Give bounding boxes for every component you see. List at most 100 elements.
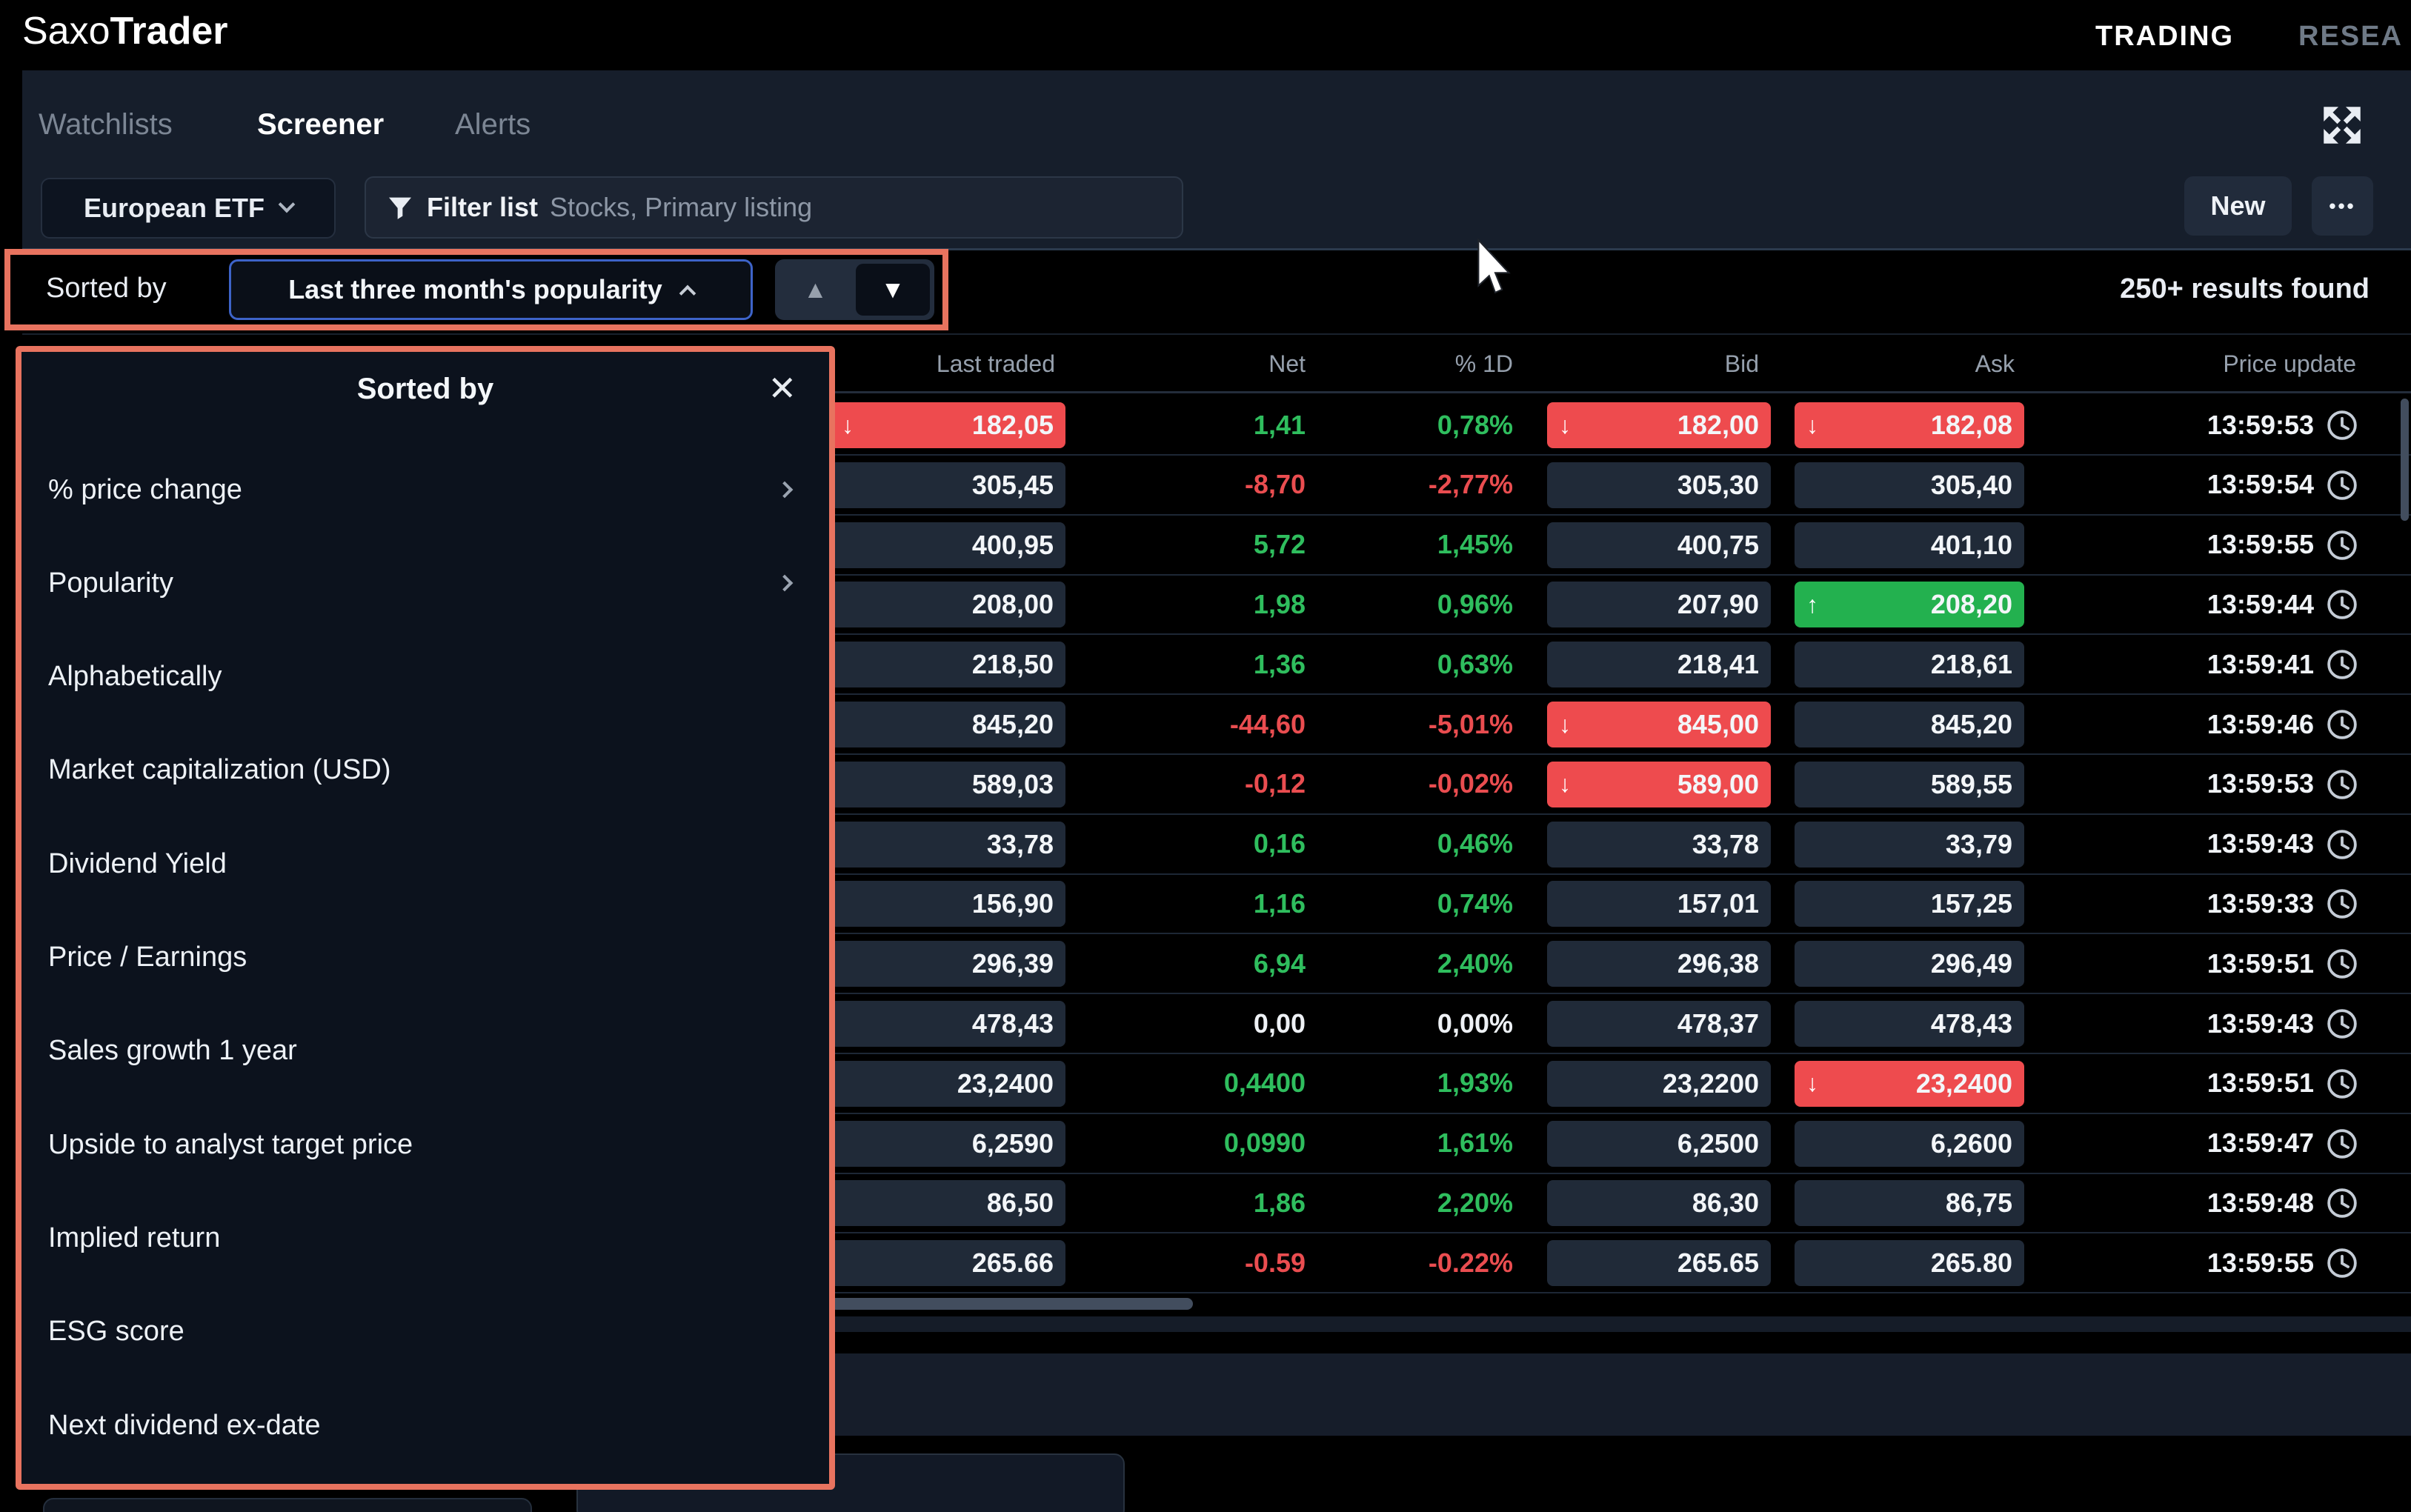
new-button[interactable]: New [2184, 176, 2292, 236]
net-change-cell: 1,41 [1254, 410, 1306, 441]
net-change-cell: 0,4400 [1224, 1068, 1306, 1099]
horizontal-scrollbar[interactable] [830, 1298, 1193, 1310]
net-change-cell: 1,98 [1254, 589, 1306, 620]
ask-cell[interactable]: 589,55 [1795, 762, 2024, 807]
ask-cell[interactable]: 845,20 [1795, 702, 2024, 747]
column-header-ask: Ask [1975, 350, 2015, 378]
ask-cell[interactable]: 33,79 [1795, 822, 2024, 867]
bid-cell[interactable]: 296,38 [1547, 941, 1771, 987]
bid-direction-icon: ↓ [1559, 711, 1571, 739]
clock-icon [2325, 408, 2359, 442]
ask-cell[interactable]: 86,75 [1795, 1180, 2024, 1226]
tab-watchlists[interactable]: Watchlists [39, 108, 173, 141]
bid-cell[interactable]: 207,90 [1547, 582, 1771, 627]
last-traded-cell: 33,78 [830, 822, 1065, 867]
last-traded-cell: 845,20 [830, 702, 1065, 747]
more-options-button[interactable]: ••• [2312, 176, 2373, 236]
clock-icon [2325, 528, 2359, 562]
popup-menu-item[interactable]: Popularity [48, 549, 808, 617]
sorted-by-popup: Sorted by ✕ % price change Popularity Al… [16, 346, 835, 1490]
bid-cell[interactable]: 218,41 [1547, 642, 1771, 687]
ask-direction-icon: ↓ [1806, 1070, 1818, 1097]
ask-cell[interactable]: 218,61 [1795, 642, 2024, 687]
table-top-divider [22, 333, 2411, 335]
filter-list-button[interactable]: Filter list Stocks, Primary listing [365, 176, 1183, 239]
price-update-time: 13:59:48 [2207, 1188, 2314, 1219]
bid-cell[interactable]: 265.65 [1547, 1240, 1771, 1286]
percent-1d-cell: -0.22% [1429, 1248, 1513, 1279]
ask-cell[interactable]: 296,49 [1795, 941, 2024, 987]
mouse-cursor [1476, 239, 1514, 295]
net-change-cell: 0,00 [1254, 1008, 1306, 1039]
clock-icon [2325, 468, 2359, 502]
popup-menu-item[interactable]: Implied return [48, 1204, 808, 1272]
bottom-partial-button[interactable] [43, 1498, 532, 1512]
net-change-cell: 6,94 [1254, 948, 1306, 979]
net-change-cell: -0,12 [1245, 768, 1306, 799]
net-change-cell: 1,16 [1254, 888, 1306, 919]
last-traded-cell: 86,50 [830, 1180, 1065, 1226]
expand-icon[interactable] [2318, 101, 2367, 150]
bid-cell[interactable]: 86,30 [1547, 1180, 1771, 1226]
clock-icon [2325, 1007, 2359, 1041]
price-update-time: 13:59:43 [2207, 1008, 2314, 1039]
popup-menu-item[interactable]: Price / Earnings [48, 924, 808, 992]
ask-cell[interactable]: 265.80 [1795, 1240, 2024, 1286]
net-change-cell: 1,86 [1254, 1188, 1306, 1219]
percent-1d-cell: 2,20% [1437, 1188, 1513, 1219]
ask-cell[interactable]: 157,25 [1795, 881, 2024, 927]
last-traded-cell: 478,43 [830, 1001, 1065, 1047]
bid-cell[interactable]: 400,75 [1547, 522, 1771, 568]
chevron-right-icon [776, 575, 794, 592]
nav-trading[interactable]: TRADING [2095, 21, 2234, 53]
close-icon[interactable]: ✕ [768, 368, 797, 408]
bid-cell[interactable]: 23,2200 [1547, 1061, 1771, 1107]
last-traded-cell: ↓182,05 [830, 402, 1065, 448]
last-traded-cell: 589,03 [830, 762, 1065, 807]
ask-cell[interactable]: 6,2600 [1795, 1121, 2024, 1167]
tab-screener[interactable]: Screener [257, 108, 384, 141]
ask-cell[interactable]: 305,40 [1795, 462, 2024, 508]
clock-icon [2325, 1246, 2359, 1280]
last-traded-cell: 296,39 [830, 941, 1065, 987]
ask-direction-icon: ↑ [1806, 591, 1818, 619]
last-traded-cell: 305,45 [830, 462, 1065, 508]
popup-menu-item[interactable]: Market capitalization (USD) [48, 736, 808, 805]
nav-research[interactable]: RESEA [2298, 21, 2403, 53]
bid-cell[interactable]: 33,78 [1547, 822, 1771, 867]
ask-cell[interactable]: 478,43 [1795, 1001, 2024, 1047]
price-direction-icon: ↓ [842, 412, 854, 439]
net-change-cell: 5,72 [1254, 529, 1306, 560]
chevron-right-icon [776, 482, 794, 499]
tab-alerts[interactable]: Alerts [455, 108, 531, 141]
bid-cell[interactable]: ↓589,00 [1547, 762, 1771, 807]
bid-cell[interactable]: ↓182,00 [1547, 402, 1771, 448]
popup-menu-item[interactable]: Dividend Yield [48, 830, 808, 898]
list-selector-dropdown[interactable]: European ETF [41, 178, 336, 239]
popup-menu-item[interactable]: % price change [48, 456, 808, 524]
bid-cell[interactable]: 6,2500 [1547, 1121, 1771, 1167]
clock-icon [2325, 647, 2359, 682]
vertical-scrollbar[interactable] [2401, 399, 2409, 521]
ask-cell[interactable]: 401,10 [1795, 522, 2024, 568]
popup-menu-item[interactable]: Next dividend ex-date [48, 1391, 808, 1459]
bid-cell[interactable]: 478,37 [1547, 1001, 1771, 1047]
clock-icon [2325, 827, 2359, 862]
net-change-cell: -8,70 [1245, 469, 1306, 500]
bid-cell[interactable]: 157,01 [1547, 881, 1771, 927]
ask-cell[interactable]: ↑208,20 [1795, 582, 2024, 627]
net-change-cell: -0.59 [1245, 1248, 1306, 1279]
price-update-time: 13:59:54 [2207, 469, 2314, 500]
percent-1d-cell: -0,02% [1429, 768, 1513, 799]
popup-menu-item[interactable]: Alphabetically [48, 643, 808, 711]
last-traded-cell: 218,50 [830, 642, 1065, 687]
bid-cell[interactable]: 305,30 [1547, 462, 1771, 508]
filter-funnel-icon [385, 193, 415, 222]
popup-menu-item[interactable]: Upside to analyst target price [48, 1110, 808, 1179]
popup-menu-item[interactable]: Sales growth 1 year [48, 1017, 808, 1085]
ask-cell[interactable]: ↓23,2400 [1795, 1061, 2024, 1107]
ask-cell[interactable]: ↓182,08 [1795, 402, 2024, 448]
bid-cell[interactable]: ↓845,00 [1547, 702, 1771, 747]
percent-1d-cell: 1,45% [1437, 529, 1513, 560]
popup-menu-item[interactable]: ESG score [48, 1298, 808, 1366]
